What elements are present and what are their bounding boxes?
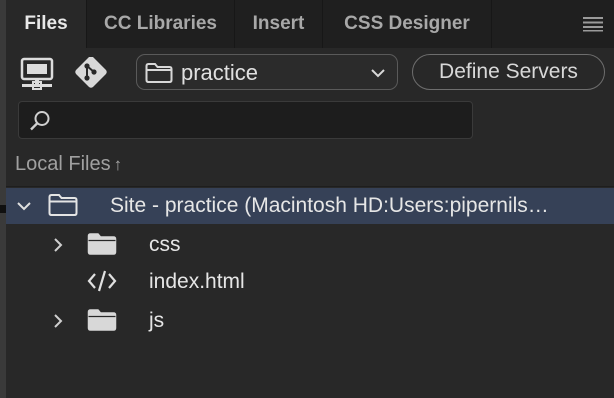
file-search-box[interactable] bbox=[18, 101, 473, 139]
files-panel: Files CC Libraries Insert CSS Designer p… bbox=[6, 0, 614, 398]
sort-ascending-icon: ↑ bbox=[113, 155, 123, 174]
tree-row-index-html[interactable]: index.html bbox=[6, 264, 614, 300]
tree-row-js[interactable]: js bbox=[6, 303, 614, 339]
search-input[interactable] bbox=[59, 106, 463, 136]
chevron-right-icon[interactable] bbox=[53, 237, 63, 253]
tab-files[interactable]: Files bbox=[6, 0, 86, 48]
panel-menu-icon[interactable] bbox=[582, 16, 604, 32]
tab-cc-libraries[interactable]: CC Libraries bbox=[87, 0, 234, 48]
tab-css-designer[interactable]: CSS Designer bbox=[323, 0, 491, 48]
git-icon[interactable] bbox=[72, 57, 110, 91]
local-files-header[interactable]: Local Files ↑ bbox=[15, 153, 122, 176]
tree-item-label: js bbox=[149, 309, 165, 332]
site-select-value: practice bbox=[181, 60, 259, 85]
code-file-icon bbox=[87, 270, 117, 292]
define-servers-button[interactable]: Define Servers bbox=[412, 54, 605, 90]
chevron-down-icon bbox=[371, 69, 385, 78]
folder-icon bbox=[87, 233, 117, 255]
chevron-right-icon[interactable] bbox=[53, 313, 63, 329]
folder-icon bbox=[145, 63, 173, 83]
chevron-down-icon[interactable] bbox=[16, 201, 32, 211]
connect-remote-server-icon[interactable] bbox=[18, 57, 56, 91]
tree-item-label: css bbox=[149, 233, 181, 256]
folder-icon bbox=[48, 194, 78, 216]
tree-row-site-root[interactable]: Site - practice (Macintosh HD:Users:pipe… bbox=[6, 188, 614, 224]
tree-item-label: Site - practice (Macintosh HD:Users:pipe… bbox=[110, 194, 549, 217]
tree-row-css[interactable]: css bbox=[6, 227, 614, 263]
tab-insert[interactable]: Insert bbox=[235, 0, 322, 48]
tab-divider bbox=[491, 0, 492, 48]
local-files-label: Local Files bbox=[15, 153, 111, 175]
tree-divider bbox=[6, 186, 614, 187]
site-select[interactable]: practice bbox=[136, 54, 398, 90]
search-icon bbox=[30, 111, 50, 131]
tree-item-label: index.html bbox=[149, 270, 245, 293]
folder-icon bbox=[87, 309, 117, 331]
panel-tab-bar: Files CC Libraries Insert CSS Designer bbox=[6, 0, 614, 48]
